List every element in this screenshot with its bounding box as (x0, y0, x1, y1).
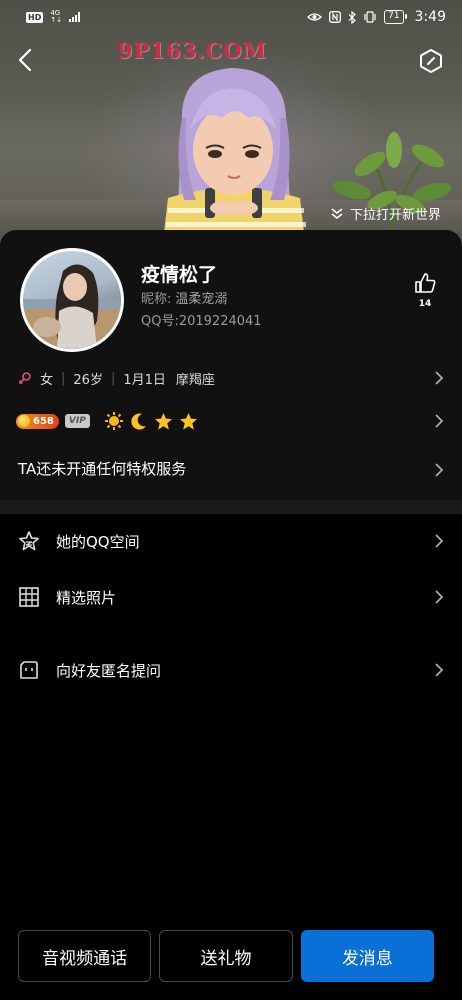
double-chevron-down-icon (331, 207, 343, 219)
like-count: 14 (418, 299, 432, 309)
coin-icon (18, 415, 30, 427)
qzone-entry-label: 她的QQ空间 (56, 532, 140, 551)
av-call-button[interactable]: 音视频通话 (18, 930, 152, 982)
star-icon (154, 412, 172, 430)
pull-down-hint-text: 下拉打开新世界 (350, 208, 442, 223)
sun-icon (104, 412, 123, 430)
qzone-star-icon (19, 531, 39, 551)
remark-value: 温柔宠溺 (175, 292, 228, 307)
battery-indicator: 71 (384, 10, 408, 24)
chevron-right-icon (435, 590, 444, 604)
send-gift-button[interactable]: 送礼物 (159, 930, 293, 982)
hexagon-icon (420, 49, 442, 73)
qq-number-row: QQ号:2019224041 (141, 310, 262, 329)
send-message-button[interactable]: 发消息 (300, 930, 434, 982)
question-box-icon (20, 661, 38, 679)
qzone-entry[interactable]: 她的QQ空间 (0, 516, 462, 566)
back-button[interactable] (14, 46, 38, 74)
chevron-right-icon (435, 663, 444, 677)
anonymous-question-label: 向好友匿名提问 (56, 661, 162, 680)
vip-badge: VIP (64, 414, 90, 428)
chevron-right-icon (435, 463, 444, 477)
star-icon (179, 412, 197, 430)
chevron-right-icon (435, 371, 444, 385)
qq-level-badge: 658 (16, 413, 59, 429)
signal-icon (69, 12, 81, 22)
thumbs-up-icon (415, 273, 436, 293)
nfc-icon (329, 11, 342, 23)
chevron-right-icon (435, 534, 444, 548)
like-button[interactable]: 14 (410, 272, 440, 309)
section-divider (0, 500, 462, 514)
status-time: 3:49 (414, 9, 446, 25)
qq-number: 2019224041 (178, 314, 262, 329)
separator: | (110, 370, 116, 386)
birthday-text: 1月1日 (123, 372, 166, 388)
network-label: 4G ↑↓ (50, 9, 63, 24)
anonymous-question-entry[interactable]: 向好友匿名提问 (0, 645, 462, 695)
personal-info-row[interactable]: 女 | 26岁 | 1月1日 摩羯座 (18, 366, 444, 390)
vibrate-icon (364, 11, 376, 23)
remark-row: 昵称: 温柔宠溺 (141, 288, 227, 307)
photos-entry[interactable]: 精选照片 (0, 572, 462, 622)
eye-icon (307, 13, 323, 21)
profile-nickname: 疫情松了 (141, 264, 218, 286)
pull-down-hint[interactable]: 下拉打开新世界 (330, 204, 441, 223)
avatar-photo (23, 264, 121, 349)
zodiac-text: 摩羯座 (175, 372, 215, 388)
photos-entry-label: 精选照片 (56, 588, 117, 607)
bluetooth-icon (348, 10, 356, 24)
back-arrow-icon (18, 48, 32, 72)
moon-icon (131, 413, 146, 430)
chevron-right-icon (435, 414, 444, 428)
action-bar: 音视频通话 送礼物 发消息 (18, 930, 434, 982)
level-badges-row[interactable]: 658 VIP (16, 408, 444, 434)
age-text: 26岁 (73, 372, 103, 388)
remark-label: 昵称: (141, 292, 172, 307)
avatar[interactable] (20, 248, 124, 352)
profile-screen: HD 4G ↑↓ 71 3:49 9P163.COM 下拉打开新世界 疫情松了 … (0, 0, 462, 1000)
qq-label: QQ号: (141, 314, 179, 329)
watermark: 9P163.COM (118, 38, 267, 63)
privilege-text: TA还未开通任何特权服务 (18, 460, 187, 478)
privilege-row[interactable]: TA还未开通任何特权服务 (18, 458, 444, 482)
gender-text: 女 (40, 372, 54, 388)
separator: | (61, 370, 66, 386)
more-options-button[interactable] (418, 48, 444, 74)
status-bar: HD 4G ↑↓ 71 3:49 (0, 0, 462, 34)
profile-card: 疫情松了 昵称: 温柔宠溺 QQ号:2019224041 14 女 | 26岁 |… (0, 230, 462, 500)
hd-badge: HD (26, 11, 44, 23)
female-icon (19, 372, 31, 384)
grid-icon (19, 587, 39, 607)
